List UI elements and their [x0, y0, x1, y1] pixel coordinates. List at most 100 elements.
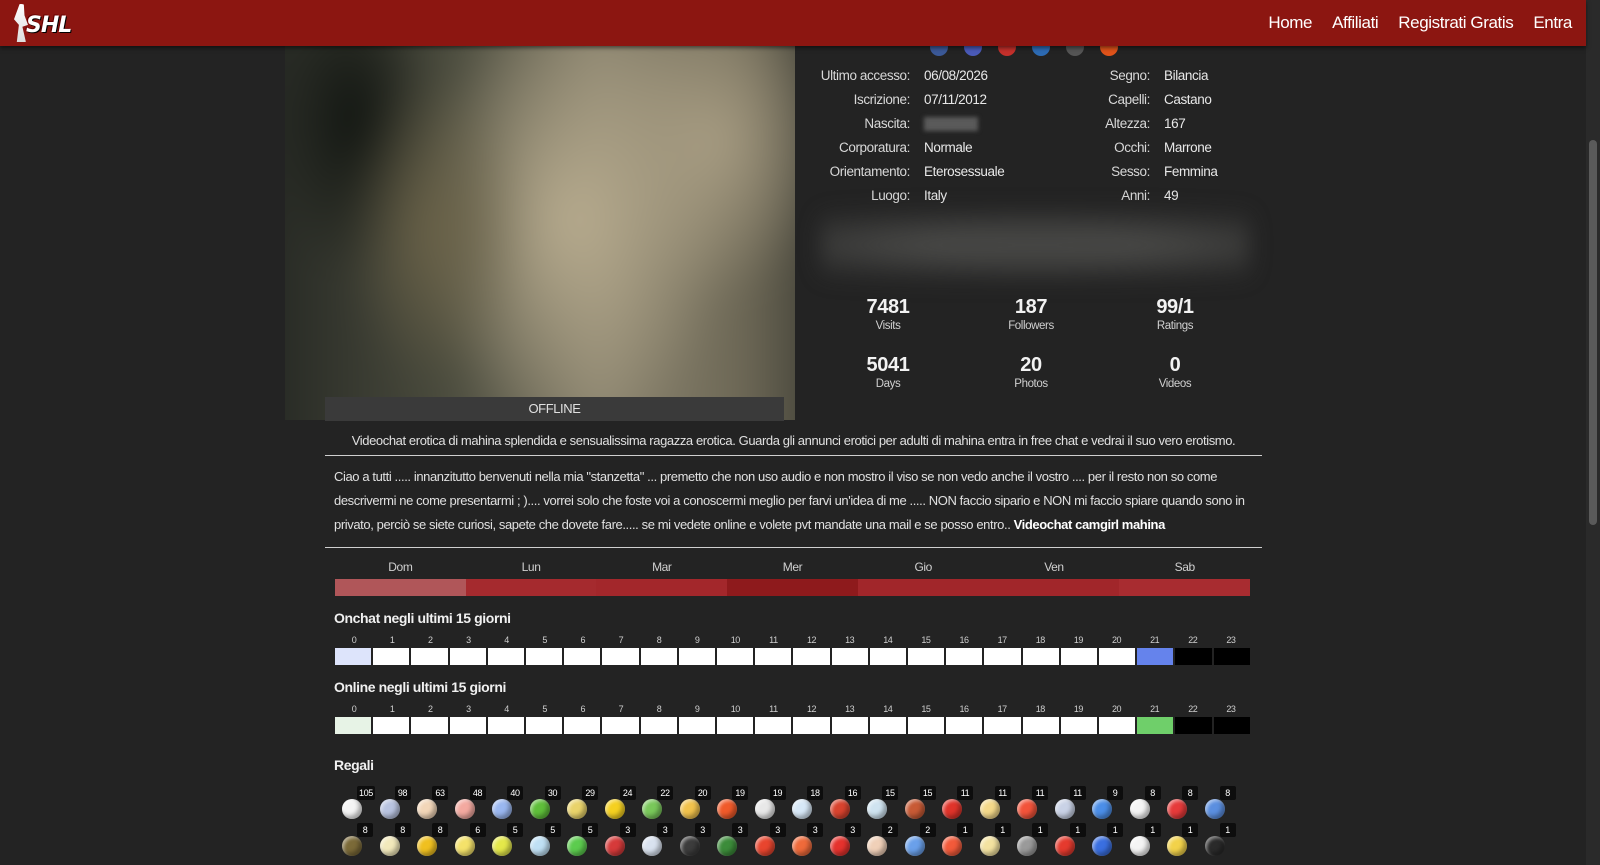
apple-icon: [529, 799, 550, 819]
nav-registrati-link[interactable]: Registrati Gratis: [1398, 13, 1513, 33]
gift-item[interactable]: 48: [449, 785, 487, 825]
gift-item[interactable]: 11: [1011, 785, 1049, 825]
gift-item[interactable]: 1: [1049, 822, 1087, 862]
gift-item[interactable]: 3: [824, 822, 862, 862]
gift-count: 11: [1069, 786, 1086, 800]
info-label: Sesso:: [1111, 163, 1150, 179]
gift-item[interactable]: 3: [674, 822, 712, 862]
day-bar: [857, 579, 989, 596]
onchat-hour-label: 23: [1226, 635, 1236, 645]
day-bar: [1119, 579, 1251, 596]
online-hour-cell: [640, 717, 677, 734]
online-hour-label: 17: [997, 704, 1008, 714]
stat-visits: 7481 Visits: [828, 296, 948, 332]
gift-item[interactable]: 8: [411, 822, 449, 862]
gift-item[interactable]: 1: [1011, 822, 1049, 862]
gift-item[interactable]: 1: [1199, 822, 1237, 862]
gift-count: 8: [1144, 786, 1161, 800]
onchat-hours: 0 1 2 3 4 5 6 7 8 9 10 11 12 13 14 15 16 17 18 19 20 21 22 23: [335, 635, 1250, 665]
vial-icon: [904, 836, 925, 856]
gift-item[interactable]: 2: [899, 822, 937, 862]
gift-count: 5: [582, 823, 598, 837]
profile-photo[interactable]: [285, 0, 795, 420]
info-label: Occhi:: [1114, 139, 1150, 155]
gift-item[interactable]: 8: [336, 822, 374, 862]
onchat-hour-cell: [869, 648, 907, 665]
gift-count: 11: [994, 786, 1011, 800]
gift-item[interactable]: 20: [674, 785, 712, 825]
gift-item[interactable]: 29: [561, 785, 599, 825]
nav-affiliati-link[interactable]: Affiliati: [1332, 13, 1379, 33]
onchat-hour-cell: [640, 648, 677, 665]
gift-item[interactable]: 98: [374, 785, 412, 825]
oscar-icon: [904, 799, 925, 819]
flask-icon: [492, 836, 512, 856]
gift-item[interactable]: 9: [1086, 785, 1124, 825]
gift-item[interactable]: 15: [899, 785, 937, 825]
gift-item[interactable]: 63: [411, 785, 449, 825]
online-hour-cell: [755, 717, 792, 734]
gift-item[interactable]: 11: [974, 785, 1012, 825]
gift-item[interactable]: 3: [786, 822, 824, 862]
gift-item[interactable]: 15: [861, 785, 899, 825]
gift-item[interactable]: 5: [486, 822, 524, 862]
gift-item[interactable]: 40: [486, 785, 524, 825]
info-row: Sesso: Femmina: [1080, 159, 1218, 183]
gift-item[interactable]: 1: [1161, 822, 1199, 862]
flower-icon: [717, 799, 737, 819]
gift-item[interactable]: 22: [636, 785, 674, 825]
scrollbar-track[interactable]: [1586, 0, 1600, 865]
gift-item[interactable]: 8: [1199, 785, 1237, 825]
beer-icon: [679, 799, 700, 819]
gift-item[interactable]: 1: [936, 822, 974, 862]
gift-item[interactable]: 1: [1124, 822, 1162, 862]
gift-item[interactable]: 8: [1161, 785, 1199, 825]
gift-item[interactable]: 8: [374, 822, 412, 862]
info-label: Nascita:: [864, 115, 910, 131]
onchat-hour-cell: [1213, 648, 1250, 665]
gift-item[interactable]: 30: [524, 785, 562, 825]
gift-item[interactable]: 19: [711, 785, 749, 825]
gift-item[interactable]: 11: [936, 785, 974, 825]
info-label: Orientamento:: [829, 163, 911, 179]
online-hour-cell: [1099, 717, 1136, 734]
info-value: 07/11/2012: [924, 91, 987, 107]
site-logo[interactable]: SHL: [12, 4, 72, 42]
boxing-icon: [829, 836, 850, 856]
bio-link[interactable]: Videochat camgirl mahina: [1014, 517, 1166, 532]
gift-count: 3: [844, 823, 861, 837]
gift-item[interactable]: 3: [749, 822, 787, 862]
gift-item[interactable]: 19: [749, 785, 787, 825]
gift-item[interactable]: 5: [561, 822, 599, 862]
gift-item[interactable]: 11: [1049, 785, 1087, 825]
gift-item[interactable]: 8: [1124, 785, 1162, 825]
nav-home-link[interactable]: Home: [1268, 13, 1312, 33]
gift-item[interactable]: 18: [786, 785, 824, 825]
gift-item[interactable]: 2: [861, 822, 899, 862]
onchat-hour-label: 20: [1111, 635, 1122, 645]
gift-item[interactable]: 3: [711, 822, 749, 862]
gift-item[interactable]: 16: [824, 785, 862, 825]
gift-item[interactable]: 3: [636, 822, 674, 862]
nav-entra-link[interactable]: Entra: [1533, 13, 1572, 33]
onchat-hour-cell: [984, 648, 1021, 665]
gift-count: 18: [807, 786, 823, 800]
gift-item[interactable]: 24: [599, 785, 637, 825]
gift-item[interactable]: 105: [336, 785, 375, 825]
tomato-icon: [942, 799, 962, 819]
online-hour-cell: [526, 717, 563, 734]
day-label: Sab: [1174, 560, 1196, 574]
gift-item[interactable]: 1: [1086, 822, 1124, 862]
scrollbar-thumb[interactable]: [1589, 140, 1597, 525]
onchat-hour-label: 0: [351, 635, 357, 645]
gift-item[interactable]: 6: [449, 822, 487, 862]
onchat-hour-cell: [793, 648, 830, 665]
gift-item[interactable]: 3: [599, 822, 637, 862]
onchat-hour-cell: [526, 648, 563, 665]
gift-item[interactable]: 1: [974, 822, 1012, 862]
gift-item[interactable]: 5: [524, 822, 562, 862]
onchat-hour-cell: [411, 648, 448, 665]
onchat-hour-label: 1: [389, 635, 395, 645]
info-row: Corporatura: Normale: [820, 135, 1004, 159]
online-hour-label: 2: [428, 704, 433, 714]
